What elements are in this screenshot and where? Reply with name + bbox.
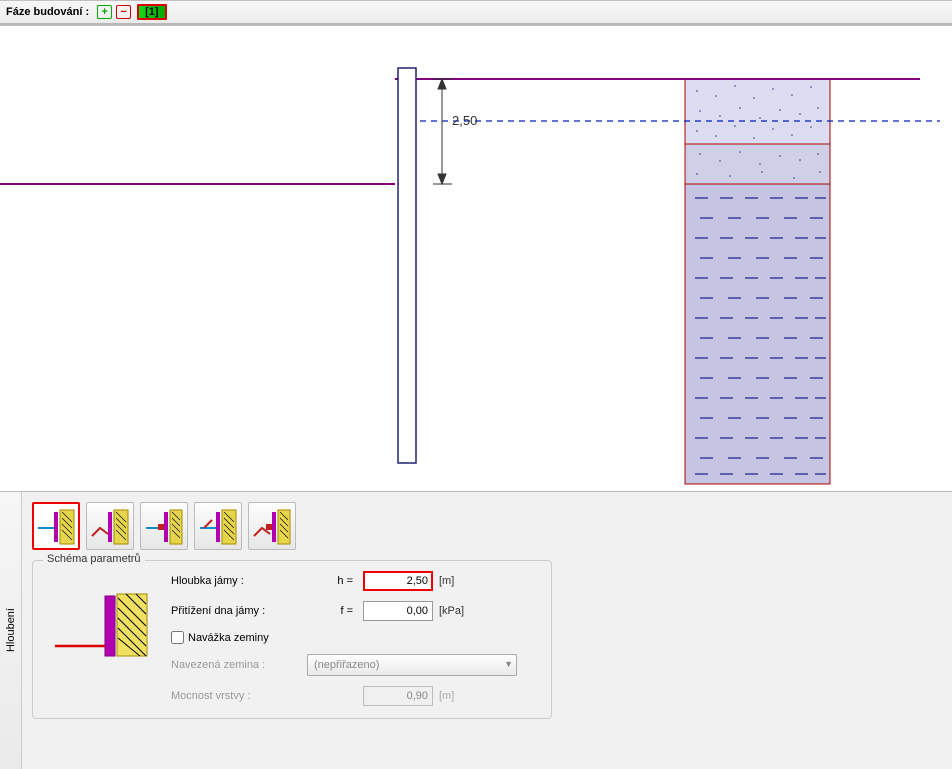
stage-toolbar: Fáze budování : + − [1]	[0, 0, 952, 24]
drawing-canvas: 2,50	[0, 26, 952, 491]
depth-input[interactable]	[363, 571, 433, 591]
fill-soil-select[interactable]: (nepřiřazeno)	[307, 654, 517, 676]
group-title: Schéma parametrů	[43, 553, 145, 565]
surcharge-input[interactable]	[363, 601, 433, 621]
depth-sym: h =	[307, 575, 357, 587]
surcharge-unit: [kPa]	[439, 605, 475, 617]
schema-thumbnails	[32, 502, 942, 550]
surcharge-sym: f =	[307, 605, 357, 617]
fill-checkbox-label: Navážka zeminy	[188, 632, 269, 644]
bottom-panel: Hloubení Schéma parametrů	[0, 491, 952, 769]
depth-unit: [m]	[439, 575, 475, 587]
depth-row: Hloubka jámy : h = [m]	[171, 571, 539, 591]
schema-thumb-1[interactable]	[32, 502, 80, 550]
schema-thumb-3[interactable]	[140, 502, 188, 550]
chevron-down-icon: ▼	[504, 659, 513, 669]
fill-checkbox[interactable]	[171, 631, 184, 644]
schema-thumb-2[interactable]	[86, 502, 134, 550]
tab-hloubeni[interactable]: Hloubení	[0, 492, 22, 769]
schema-preview	[45, 571, 155, 681]
schema-thumb-5[interactable]	[248, 502, 296, 550]
remove-stage-button[interactable]: −	[116, 5, 131, 19]
parameters-group: Schéma parametrů	[32, 560, 552, 719]
fill-thk-unit: [m]	[439, 690, 475, 702]
fill-checkbox-row: Navážka zeminy	[171, 631, 539, 644]
canvas-depth-label: 2,50	[452, 113, 477, 128]
depth-label: Hloubka jámy :	[171, 575, 301, 587]
fill-thk-row: Mocnost vrstvy : [m]	[171, 686, 539, 706]
add-stage-button[interactable]: +	[97, 5, 112, 19]
fill-thk-label: Mocnost vrstvy :	[171, 690, 301, 702]
stage-label: Fáze budování :	[6, 6, 89, 18]
fill-soil-label: Navezená zemina :	[171, 659, 301, 671]
stage-1-button[interactable]: [1]	[137, 4, 166, 20]
surcharge-row: Přitížení dna jámy : f = [kPa]	[171, 601, 539, 621]
fill-thk-input	[363, 686, 433, 706]
fill-soil-row: Navezená zemina : (nepřiřazeno) ▼	[171, 654, 539, 676]
schema-thumb-4[interactable]	[194, 502, 242, 550]
tab-hloubeni-label: Hloubení	[5, 602, 17, 658]
surcharge-label: Přitížení dna jámy :	[171, 605, 301, 617]
